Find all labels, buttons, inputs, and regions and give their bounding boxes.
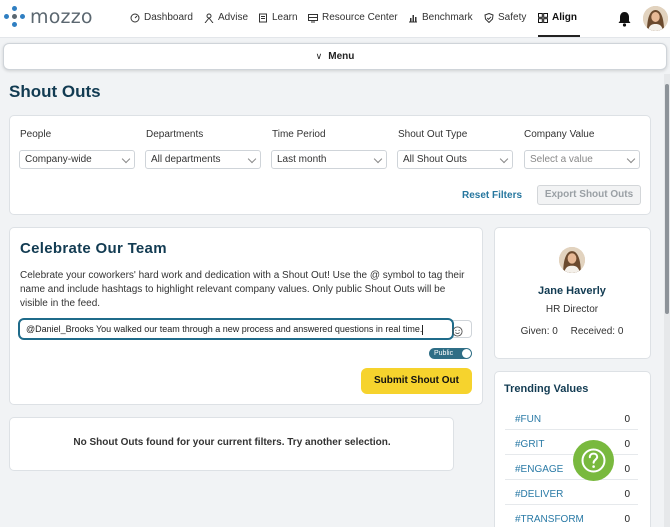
people-select-value: Company-wide (25, 154, 92, 165)
chevron-down-icon (499, 154, 509, 164)
profile-stats: Given: 0 Received: 0 (494, 326, 650, 337)
nav-active-underline (538, 35, 580, 37)
given-count: Given: 0 (520, 326, 558, 337)
trending-value-count: 0 (624, 414, 630, 425)
trending-value-count: 0 (624, 489, 630, 500)
trending-value-row: #FUN 0 (505, 410, 638, 430)
avatar-photo-icon (643, 6, 668, 31)
emoji-smile-icon[interactable] (452, 326, 463, 337)
trending-value-tag[interactable]: #TRANSFORM (515, 514, 584, 525)
bell-icon[interactable] (617, 11, 632, 27)
top-nav: mozzo Dashboard Advise Learn Resource Ce… (0, 0, 670, 38)
chevron-down-icon (121, 154, 131, 164)
nav-align[interactable]: Align (538, 12, 577, 23)
nav-safety-label: Safety (498, 12, 527, 23)
shout-out-input[interactable]: @Daniel_Brooks You walked our team throu… (18, 318, 454, 340)
profile-name: Jane Haverly (538, 285, 606, 297)
trending-value-tag[interactable]: #DELIVER (515, 489, 563, 500)
trending-value-tag[interactable]: #GRIT (515, 439, 544, 450)
scrollbar-thumb[interactable] (665, 84, 669, 314)
page-title: Shout Outs (9, 82, 101, 101)
nav-resource-center-label: Resource Center (322, 12, 398, 23)
book-icon (259, 13, 267, 22)
trending-value-row: #DELIVER 0 (505, 485, 638, 505)
trending-value-count: 0 (624, 439, 630, 450)
question-mark-icon (581, 448, 606, 473)
help-button[interactable] (573, 440, 614, 481)
nav-align-label: Align (552, 12, 577, 23)
bar-chart-icon (409, 14, 417, 22)
trending-value-count: 0 (624, 514, 630, 525)
public-toggle[interactable]: Public (429, 348, 472, 359)
company-value-select[interactable]: Select a value (524, 150, 640, 169)
logo-dots-icon (4, 6, 26, 28)
mozzo-logo[interactable]: mozzo (4, 6, 93, 28)
celebrate-description: Celebrate your coworkers' hard work and … (20, 270, 465, 309)
nav-advise-label: Advise (218, 12, 249, 23)
trending-values-title: Trending Values (504, 383, 589, 395)
shout-out-type-filter-label: Shout Out Type (398, 129, 468, 140)
avatar-photo-icon (559, 247, 585, 273)
shout-out-input-value: @Daniel_Brooks You walked our team throu… (26, 324, 423, 334)
company-value-select-placeholder: Select a value (530, 154, 593, 165)
empty-feed-message: No Shout Outs found for your current fil… (73, 437, 391, 448)
time-period-select[interactable]: Last month (271, 150, 387, 169)
shout-out-type-select[interactable]: All Shout Outs (397, 150, 513, 169)
nav-learn-label: Learn (272, 12, 298, 23)
chevron-down-icon (626, 154, 636, 164)
people-select[interactable]: Company-wide (19, 150, 135, 169)
monitor-icon (308, 13, 318, 22)
departments-select[interactable]: All departments (145, 150, 261, 169)
nav-safety[interactable]: Safety (484, 12, 526, 23)
public-toggle-label: Public (434, 350, 454, 357)
received-count: Received: 0 (570, 326, 624, 337)
time-period-filter-label: Time Period (272, 129, 326, 140)
time-period-select-value: Last month (277, 154, 327, 165)
menu-toggle[interactable]: ∨ Menu (3, 43, 667, 70)
trending-value-row: #ENGAGE 0 (505, 460, 638, 480)
chevron-down-icon: ∨ (315, 51, 323, 61)
profile-role: HR Director (545, 304, 599, 315)
reset-filters-link[interactable]: Reset Filters (462, 190, 522, 201)
trending-value-row: #TRANSFORM 0 (505, 510, 638, 527)
nav-resource-center[interactable]: Resource Center (308, 12, 398, 23)
company-value-filter-label: Company Value (524, 129, 595, 140)
nav-benchmark-label: Benchmark (422, 12, 473, 23)
people-filter-label: People (20, 129, 52, 140)
gauge-icon (130, 13, 140, 22)
trending-value-tag[interactable]: #ENGAGE (515, 464, 563, 475)
departments-select-value: All departments (151, 154, 221, 165)
grid-icon (538, 12, 548, 23)
trending-value-count: 0 (624, 464, 630, 475)
nav-benchmark[interactable]: Benchmark (408, 12, 473, 23)
departments-filter-label: Departments (146, 129, 204, 140)
shout-out-type-select-value: All Shout Outs (403, 154, 467, 165)
logo-text: mozzo (30, 6, 93, 28)
chevron-down-icon (247, 154, 257, 164)
user-avatar[interactable] (643, 6, 668, 31)
trending-value-row: #GRIT 0 (505, 435, 638, 455)
submit-shout-out-button[interactable]: Submit Shout Out (361, 368, 472, 394)
export-shout-outs-button[interactable]: Export Shout Outs (537, 185, 641, 205)
celebrate-title: Celebrate Our Team (20, 240, 167, 257)
person-icon (204, 13, 214, 23)
chevron-down-icon (373, 154, 383, 164)
nav-advise[interactable]: Advise (204, 12, 248, 23)
menu-label: Menu (328, 51, 355, 62)
profile-avatar[interactable] (559, 247, 585, 273)
nav-dashboard-label: Dashboard (144, 12, 193, 23)
toggle-knob (462, 349, 471, 358)
nav-learn[interactable]: Learn (258, 12, 298, 23)
nav-dashboard[interactable]: Dashboard (130, 12, 193, 23)
trending-value-tag[interactable]: #FUN (515, 414, 541, 425)
text-cursor (422, 324, 424, 335)
shield-icon (484, 12, 494, 23)
